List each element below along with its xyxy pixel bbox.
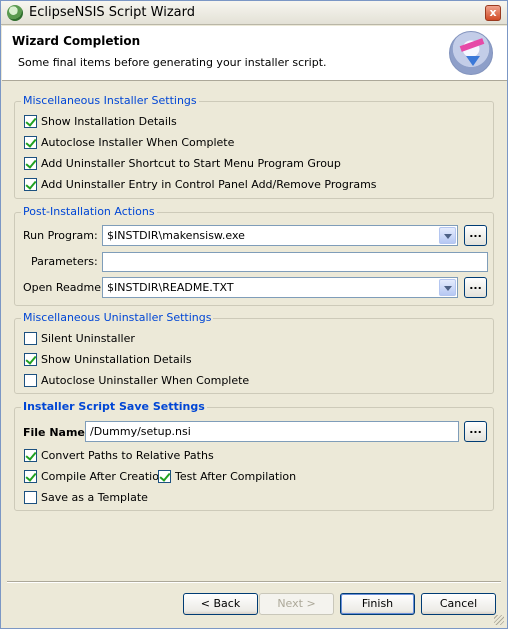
checkbox-label: Save as a Template xyxy=(41,490,148,504)
silent-uninstaller-checkbox[interactable]: Silent Uninstaller xyxy=(24,330,135,346)
save-settings-legend: Installer Script Save Settings xyxy=(21,400,207,413)
add-uninstaller-shortcut-checkbox[interactable]: Add Uninstaller Shortcut to Start Menu P… xyxy=(24,155,341,171)
show-uninstallation-details-checkbox[interactable]: Show Uninstallation Details xyxy=(24,351,192,367)
misc-installer-group: Miscellaneous Installer Settings Show In… xyxy=(14,94,494,199)
checkbox-label: Add Uninstaller Entry in Control Panel A… xyxy=(41,177,377,191)
checkbox-label: Convert Paths to Relative Paths xyxy=(41,448,214,462)
checkbox-box[interactable] xyxy=(24,135,37,149)
autoclose-uninstaller-checkbox[interactable]: Autoclose Uninstaller When Complete xyxy=(24,372,249,388)
file-name-field[interactable]: /Dummy/setup.nsi xyxy=(85,421,459,442)
chevron-down-icon[interactable] xyxy=(439,227,456,244)
test-after-compilation-checkbox[interactable]: Test After Compilation xyxy=(158,468,296,484)
next-button[interactable]: Next > xyxy=(259,593,334,615)
checkbox-label: Test After Compilation xyxy=(175,469,297,483)
misc-uninstaller-legend: Miscellaneous Uninstaller Settings xyxy=(21,311,214,324)
chevron-down-icon[interactable] xyxy=(439,279,456,296)
finish-button[interactable]: Finish xyxy=(340,593,415,615)
post-installation-group: Post-Installation Actions Run Program: $… xyxy=(14,205,494,306)
eclipse-app-icon xyxy=(7,5,23,21)
add-uninstaller-entry-checkbox[interactable]: Add Uninstaller Entry in Control Panel A… xyxy=(24,176,377,192)
misc-uninstaller-group: Miscellaneous Uninstaller Settings Silen… xyxy=(14,311,494,394)
checkbox-box[interactable] xyxy=(24,156,37,170)
resize-grip-icon[interactable] xyxy=(494,615,504,625)
show-installation-details-checkbox[interactable]: Show Installation Details xyxy=(24,113,177,129)
save-settings-group: Installer Script Save Settings File Name… xyxy=(14,400,494,511)
checkbox-box[interactable] xyxy=(158,469,171,483)
title-bar[interactable]: EclipseNSIS Script Wizard x xyxy=(1,1,507,25)
banner-subtitle: Some final items before generating your … xyxy=(18,56,327,69)
checkbox-label: Autoclose Uninstaller When Complete xyxy=(41,373,250,387)
file-name-value: /Dummy/setup.nsi xyxy=(90,425,191,438)
banner-title: Wizard Completion xyxy=(12,34,141,48)
checkbox-label: Show Uninstallation Details xyxy=(41,352,192,366)
window-title: EclipseNSIS Script Wizard xyxy=(29,5,195,20)
button-bar-separator xyxy=(7,581,501,583)
compile-after-creation-checkbox[interactable]: Compile After Creation xyxy=(24,468,166,484)
file-name-label: File Name: xyxy=(23,426,90,439)
parameters-field[interactable] xyxy=(102,252,488,272)
autoclose-installer-checkbox[interactable]: Autoclose Installer When Complete xyxy=(24,134,234,150)
run-program-value: $INSTDIR\makensisw.exe xyxy=(107,229,245,242)
nsis-wizard-logo-icon xyxy=(449,31,493,75)
save-as-template-checkbox[interactable]: Save as a Template xyxy=(24,489,148,505)
convert-paths-checkbox[interactable]: Convert Paths to Relative Paths xyxy=(24,447,214,463)
wizard-window: EclipseNSIS Script Wizard x Wizard Compl… xyxy=(0,0,508,629)
checkbox-box[interactable] xyxy=(24,331,37,345)
file-name-browse-button[interactable]: ... xyxy=(464,421,487,442)
logo-mark xyxy=(459,38,485,52)
checkbox-box[interactable] xyxy=(24,469,37,483)
parameters-label: Parameters: xyxy=(31,255,98,268)
open-readme-combo[interactable]: $INSTDIR\README.TXT xyxy=(102,277,458,298)
checkbox-box[interactable] xyxy=(24,373,37,387)
open-readme-browse-button[interactable]: ... xyxy=(464,277,487,298)
back-button[interactable]: < Back xyxy=(183,593,258,615)
open-readme-label: Open Readme: xyxy=(23,281,105,294)
checkbox-box[interactable] xyxy=(24,352,37,366)
run-program-label: Run Program: xyxy=(23,229,98,242)
open-readme-value: $INSTDIR\README.TXT xyxy=(107,281,234,294)
download-arrow-icon xyxy=(466,56,480,66)
checkbox-label: Add Uninstaller Shortcut to Start Menu P… xyxy=(41,156,341,170)
run-program-browse-button[interactable]: ... xyxy=(464,225,487,246)
checkbox-box[interactable] xyxy=(24,114,37,128)
checkbox-box[interactable] xyxy=(24,177,37,191)
close-button[interactable]: x xyxy=(485,5,501,21)
checkbox-box[interactable] xyxy=(24,448,37,462)
checkbox-label: Compile After Creation xyxy=(41,469,166,483)
checkbox-box[interactable] xyxy=(24,490,37,504)
checkbox-label: Show Installation Details xyxy=(41,114,177,128)
checkbox-label: Autoclose Installer When Complete xyxy=(41,135,235,149)
wizard-banner: Wizard Completion Some final items befor… xyxy=(2,26,507,81)
cancel-button[interactable]: Cancel xyxy=(421,593,496,615)
run-program-combo[interactable]: $INSTDIR\makensisw.exe xyxy=(102,225,458,246)
post-installation-legend: Post-Installation Actions xyxy=(21,205,157,218)
misc-installer-legend: Miscellaneous Installer Settings xyxy=(21,94,199,107)
checkbox-label: Silent Uninstaller xyxy=(41,331,135,345)
